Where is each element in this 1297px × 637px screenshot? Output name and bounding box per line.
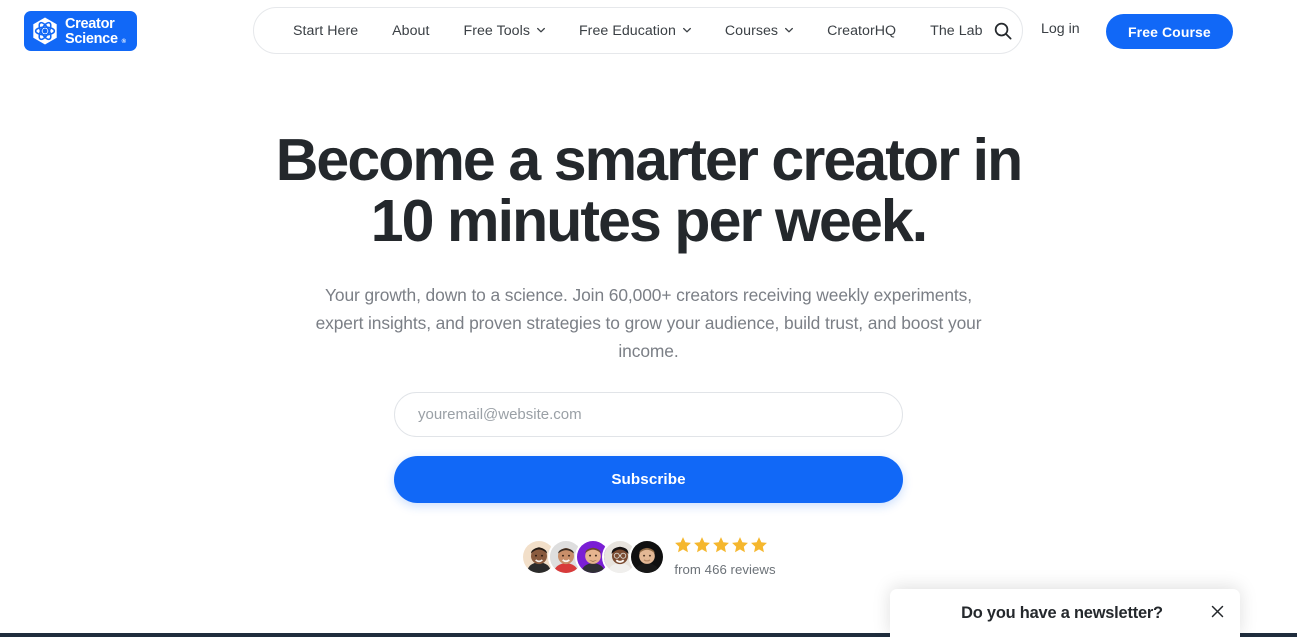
search-button[interactable]	[988, 17, 1018, 47]
headline-line-2: 10 minutes per week.	[370, 188, 928, 254]
logo-line-1: Creator	[65, 16, 115, 32]
rating-block: from 466 reviews	[674, 536, 776, 577]
chevron-down-icon	[682, 25, 691, 34]
star-icon	[693, 536, 711, 558]
nav-item-free-tools[interactable]: Free Tools	[446, 8, 561, 53]
primary-nav: Start Here About Free Tools Free Educati…	[253, 7, 1023, 54]
star-icon	[712, 536, 730, 558]
registered-mark: ®	[121, 39, 126, 45]
hero-section: Become a smarter creator in 10 minutes p…	[0, 62, 1297, 578]
close-icon	[1210, 604, 1225, 622]
nav-label: CreatorHQ	[827, 22, 897, 39]
nav-label: The Lab	[930, 22, 983, 39]
star-icon	[674, 536, 692, 558]
page-title: Become a smarter creator in 10 minutes p…	[0, 130, 1297, 252]
logo[interactable]: Creator Science ®	[24, 11, 137, 51]
nav-label: Free Education	[578, 22, 676, 39]
nav-item-start-here[interactable]: Start Here	[276, 8, 375, 53]
hero-subheadline: Your growth, down to a science. Join 60,…	[315, 285, 982, 361]
logo-line-2: Science	[65, 30, 118, 47]
atom-hexagon-icon	[30, 16, 60, 46]
login-link[interactable]: Log in	[1041, 21, 1080, 37]
avatar-group	[521, 538, 666, 575]
chevron-down-icon	[784, 25, 794, 34]
star-icon	[731, 536, 749, 558]
avatar	[629, 538, 666, 575]
nav-item-courses[interactable]: Courses	[708, 8, 810, 53]
site-header: Creator Science ® Start Here About Free …	[0, 0, 1297, 62]
nav-item-free-education[interactable]: Free Education	[562, 8, 708, 53]
chevron-down-icon	[536, 25, 545, 34]
star-rating	[674, 536, 768, 558]
headline-line-1: Become a smarter creator in	[275, 127, 1023, 193]
nav-label: Free Tools	[463, 22, 530, 39]
free-course-button[interactable]: Free Course	[1106, 14, 1233, 49]
email-input[interactable]	[394, 392, 903, 437]
nav-item-the-lab[interactable]: The Lab	[913, 8, 999, 53]
nav-item-about[interactable]: About	[375, 8, 446, 53]
close-button[interactable]	[1200, 596, 1234, 630]
popup-title: Do you have a newsletter?	[961, 603, 1163, 622]
nav-label: Courses	[724, 22, 779, 39]
nav-label: About	[392, 22, 430, 39]
newsletter-popup: Do you have a newsletter?	[890, 589, 1240, 637]
subscribe-button[interactable]: Subscribe	[394, 456, 903, 503]
logo-wordmark: Creator Science ®	[65, 16, 126, 47]
reviews-count: from 466 reviews	[674, 562, 776, 577]
search-icon	[993, 21, 1013, 44]
nav-label: Start Here	[293, 22, 359, 39]
subscribe-form: Subscribe	[394, 392, 903, 503]
nav-item-creatorhq[interactable]: CreatorHQ	[810, 8, 913, 53]
social-proof: from 466 reviews	[0, 536, 1297, 577]
star-icon	[750, 536, 768, 558]
